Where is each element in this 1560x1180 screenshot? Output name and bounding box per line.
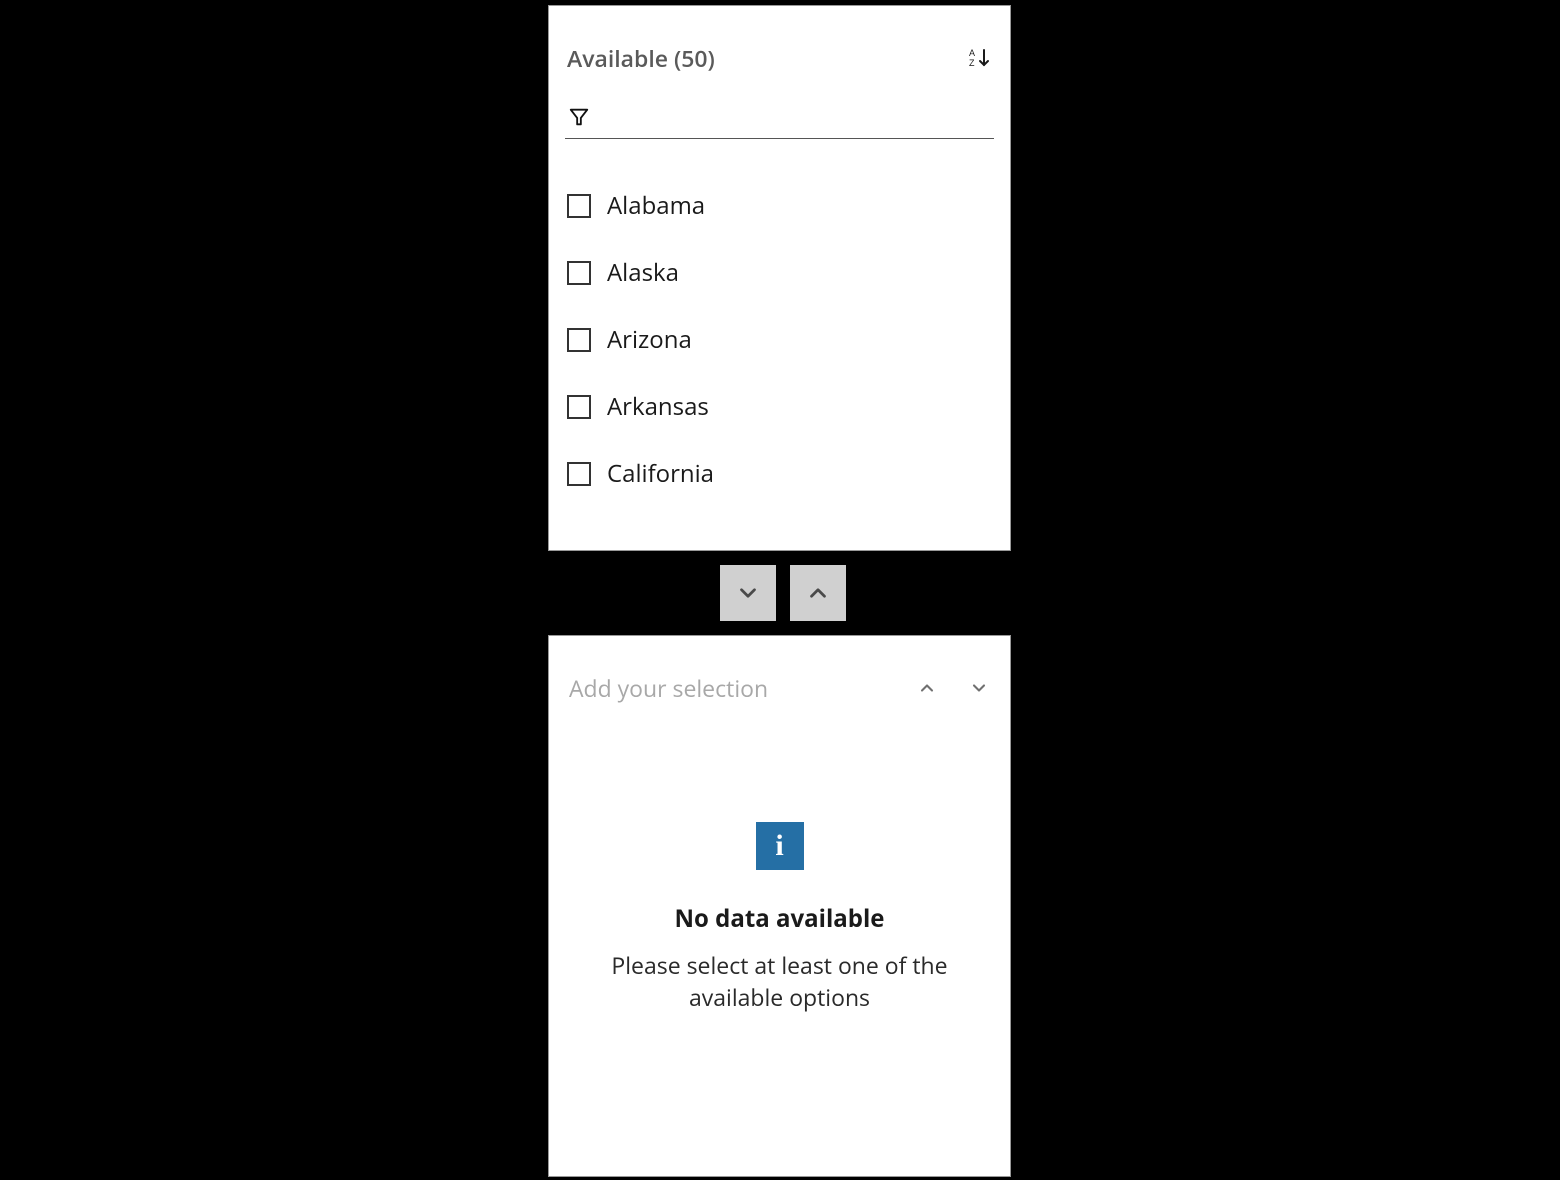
- chevron-up-icon: [805, 580, 831, 606]
- checkbox[interactable]: [567, 194, 591, 218]
- chevron-up-icon: [917, 678, 937, 698]
- list-item[interactable]: Alaska: [565, 240, 994, 307]
- checkbox[interactable]: [567, 462, 591, 486]
- list-item-label: Arkansas: [607, 390, 709, 423]
- filter-icon[interactable]: [567, 105, 591, 129]
- sort-az-button[interactable]: A Z: [966, 45, 992, 71]
- available-title: Available (50): [567, 42, 715, 74]
- list-item[interactable]: California: [565, 441, 994, 508]
- transfer-buttons: [720, 565, 846, 621]
- chevron-down-icon: [735, 580, 761, 606]
- checkbox[interactable]: [567, 261, 591, 285]
- available-header: Available (50) A Z: [565, 42, 994, 76]
- selection-header: Add your selection: [569, 672, 990, 704]
- empty-state: i No data available Please select at lea…: [569, 822, 990, 1013]
- list-item[interactable]: Arizona: [565, 307, 994, 374]
- selection-panel: Add your selection i No data available P…: [548, 635, 1011, 1177]
- sort-az-icon: A Z: [967, 46, 991, 70]
- list-item[interactable]: Arkansas: [565, 374, 994, 441]
- svg-text:Z: Z: [969, 58, 975, 68]
- reorder-up-button[interactable]: [916, 677, 938, 699]
- selection-reorder-controls: [916, 677, 990, 699]
- available-list: Alabama Alaska Arizona Arkansas Californ…: [565, 173, 994, 508]
- list-item-label: California: [607, 457, 714, 490]
- checkbox[interactable]: [567, 395, 591, 419]
- checkbox[interactable]: [567, 328, 591, 352]
- move-up-button[interactable]: [790, 565, 846, 621]
- list-item-label: Alabama: [607, 189, 705, 222]
- empty-state-heading: No data available: [675, 902, 885, 935]
- list-item-label: Alaska: [607, 256, 679, 289]
- svg-text:A: A: [969, 48, 975, 58]
- filter-input[interactable]: [603, 104, 992, 130]
- move-down-button[interactable]: [720, 565, 776, 621]
- chevron-down-icon: [969, 678, 989, 698]
- info-icon: i: [756, 822, 804, 870]
- available-panel: Available (50) A Z Alabama: [548, 5, 1011, 551]
- list-item[interactable]: Alabama: [565, 173, 994, 240]
- reorder-down-button[interactable]: [968, 677, 990, 699]
- filter-row: [565, 98, 994, 139]
- empty-state-message: Please select at least one of the availa…: [599, 949, 960, 1013]
- list-item-label: Arizona: [607, 323, 692, 356]
- selection-title: Add your selection: [569, 672, 768, 704]
